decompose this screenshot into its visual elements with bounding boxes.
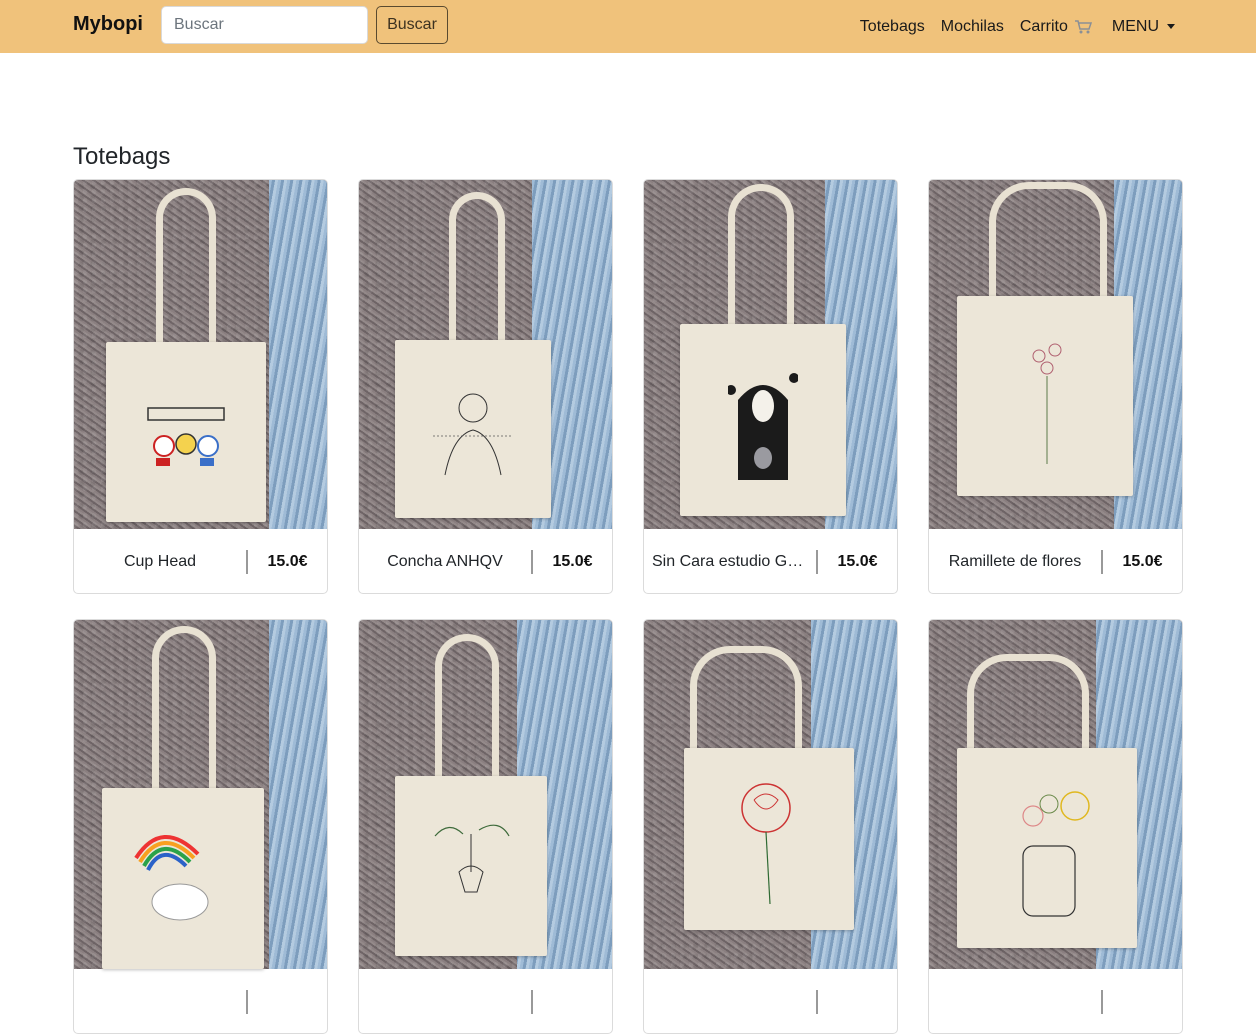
product-image[interactable] <box>74 180 327 529</box>
product-name[interactable]: Ramillete de flores <box>929 553 1101 571</box>
bag-handle <box>152 626 216 796</box>
fuchsia-flower-print <box>429 816 513 916</box>
product-card[interactable] <box>928 619 1183 1034</box>
product-image[interactable] <box>929 620 1182 969</box>
nav-link-mochilas[interactable]: Mochilas <box>941 18 1004 36</box>
cart-icon <box>1074 19 1092 35</box>
product-card[interactable]: Cup Head 15.0€ <box>73 179 328 594</box>
nav-link-label: Totebags <box>859 17 925 35</box>
nav-links: Totebags Mochilas Carrito MENU <box>844 0 1175 53</box>
product-price: 15.0€ <box>837 552 878 570</box>
product-name[interactable]: Sin Cara estudio Ghibli <box>644 553 816 571</box>
bag-handle <box>435 634 499 784</box>
nav-menu-dropdown[interactable]: MENU <box>1112 18 1175 36</box>
product-price: 15.0€ <box>1122 552 1163 570</box>
nav-link-label: MENU <box>1111 17 1159 35</box>
product-card[interactable] <box>358 619 613 1034</box>
brand-logo[interactable]: Mybopi <box>73 13 143 36</box>
nav-link-label: Mochilas <box>940 17 1004 35</box>
search-input[interactable] <box>161 6 368 44</box>
tote-bag <box>957 296 1133 496</box>
product-name[interactable]: Cup Head <box>74 553 246 571</box>
product-card[interactable]: Ramillete de flores 15.0€ <box>928 179 1183 594</box>
product-price: 15.0€ <box>552 552 593 570</box>
product-image[interactable] <box>644 180 897 529</box>
denim-background <box>269 180 327 529</box>
concha-print <box>423 380 523 480</box>
product-image[interactable] <box>359 180 612 529</box>
denim-background <box>269 620 327 969</box>
divider <box>246 989 248 1014</box>
caret-down-icon <box>1167 24 1175 29</box>
nav-link-totebags[interactable]: Totebags <box>860 18 925 36</box>
rainbow-unicorn-print <box>132 818 232 928</box>
tote-bag <box>395 340 551 518</box>
divider <box>1101 989 1103 1014</box>
product-card[interactable] <box>73 619 328 1034</box>
product-image[interactable] <box>359 620 612 969</box>
product-card[interactable] <box>643 619 898 1034</box>
divider <box>816 989 818 1014</box>
product-card[interactable]: Sin Cara estudio Ghibli 15.0€ <box>643 179 898 594</box>
bag-handle <box>156 188 216 360</box>
search-button[interactable]: Buscar <box>376 6 448 44</box>
card-body <box>359 969 612 1033</box>
card-body: Ramillete de flores 15.0€ <box>929 529 1182 593</box>
product-name[interactable]: Concha ANHQV <box>359 553 531 571</box>
bag-handle <box>449 192 505 352</box>
product-card[interactable]: Concha ANHQV 15.0€ <box>358 179 613 594</box>
bag-handle <box>728 184 794 334</box>
nav-link-label: Carrito <box>1019 17 1068 35</box>
nav-link-carrito[interactable]: Carrito <box>1020 18 1092 36</box>
product-image[interactable] <box>644 620 897 969</box>
top-navbar: Mybopi Buscar Totebags Mochilas Carrito … <box>0 0 1256 53</box>
no-face-print <box>726 370 799 480</box>
flowers-in-jar-print <box>1009 788 1095 918</box>
cuphead-print <box>144 402 228 472</box>
product-image[interactable] <box>929 180 1182 529</box>
card-body <box>74 969 327 1033</box>
tote-bag <box>684 748 854 930</box>
divider <box>531 989 533 1014</box>
product-price: 15.0€ <box>267 552 308 570</box>
tote-bag <box>102 788 264 969</box>
bag-handle <box>967 654 1089 754</box>
tote-bag <box>395 776 547 956</box>
card-body: Concha ANHQV 15.0€ <box>359 529 612 593</box>
card-body <box>929 969 1182 1033</box>
tote-bag <box>957 748 1137 948</box>
card-body <box>644 969 897 1033</box>
flower-bouquet-print <box>1019 336 1075 466</box>
bag-handle <box>989 182 1107 302</box>
card-body: Cup Head 15.0€ <box>74 529 327 593</box>
card-body: Sin Cara estudio Ghibli 15.0€ <box>644 529 897 593</box>
bag-handle <box>690 646 802 756</box>
section-title: Totebags <box>73 143 171 170</box>
tote-bag <box>106 342 266 522</box>
tote-bag <box>680 324 846 516</box>
product-image[interactable] <box>74 620 327 969</box>
carnation-print <box>724 778 808 908</box>
